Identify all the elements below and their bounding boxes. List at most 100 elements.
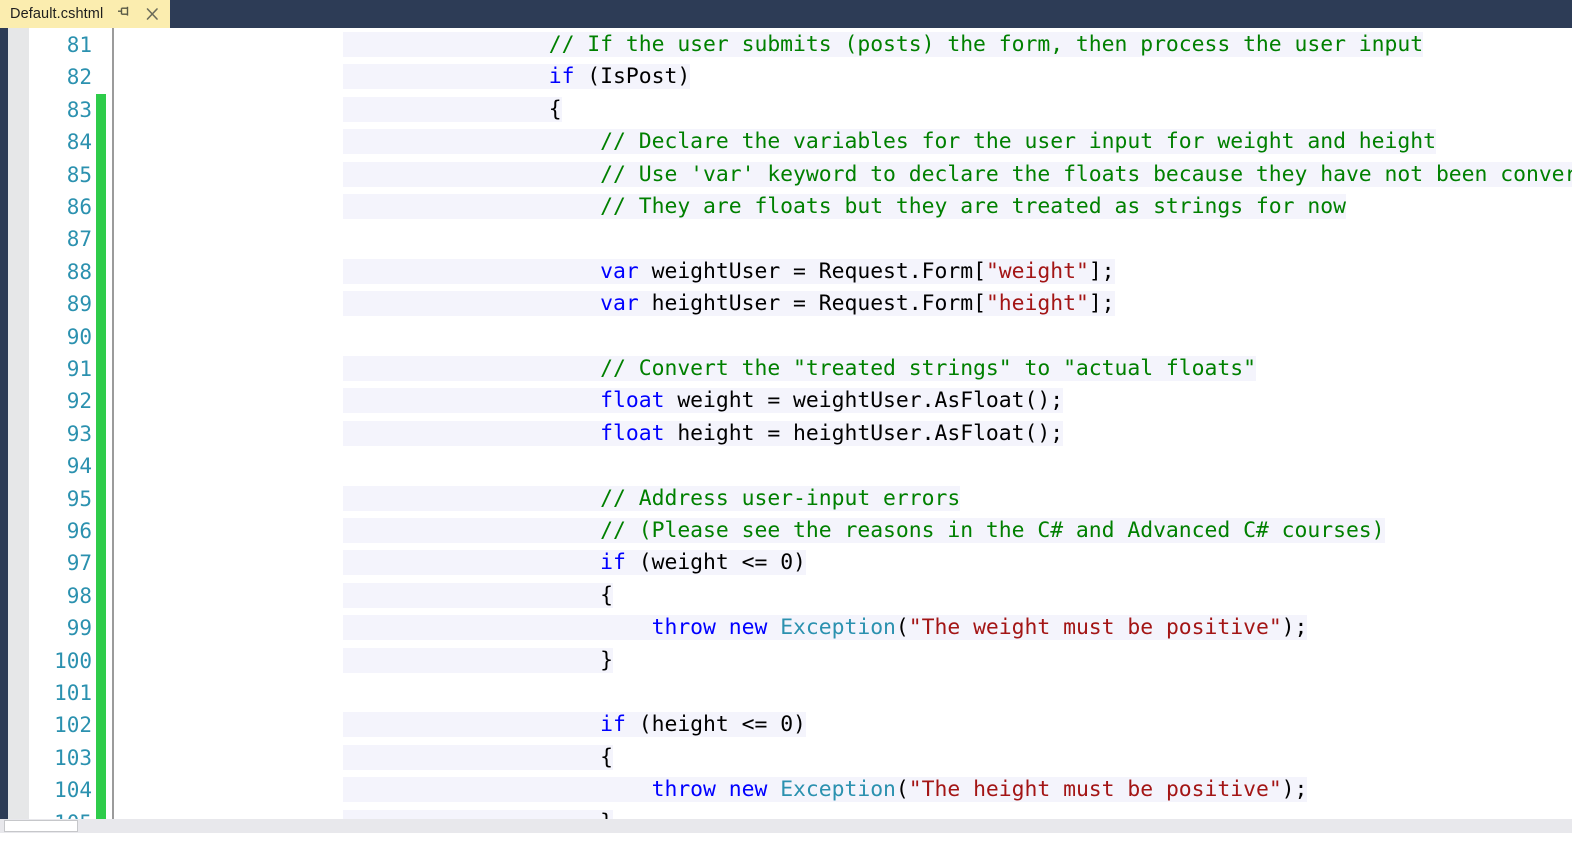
code-surface[interactable]: // If the user submits (posts) the form,… bbox=[114, 28, 1572, 833]
code-line[interactable] bbox=[114, 223, 1572, 255]
token-keyword: throw new bbox=[343, 615, 768, 641]
code-line[interactable]: float height = heightUser.AsFloat(); bbox=[114, 418, 1572, 450]
token-text: { bbox=[343, 744, 614, 770]
line-number: 85 bbox=[66, 162, 92, 187]
line-number: 94 bbox=[66, 454, 92, 479]
close-icon[interactable] bbox=[145, 6, 160, 22]
line-number: 103 bbox=[54, 745, 92, 770]
code-line[interactable]: // They are floats but they are treated … bbox=[114, 191, 1572, 223]
code-line-text[interactable]: // If the user submits (posts) the form,… bbox=[343, 29, 1423, 61]
code-line-text[interactable]: // Convert the "treated strings" to "act… bbox=[343, 353, 1256, 385]
horizontal-scrollbar[interactable] bbox=[0, 819, 1572, 833]
code-line-text[interactable]: // Declare the variables for the user in… bbox=[343, 126, 1436, 158]
code-line-highlight: if (height <= 0) bbox=[343, 712, 806, 738]
code-line-text[interactable]: // (Please see the reasons in the C# and… bbox=[343, 515, 1385, 547]
line-number: 104 bbox=[54, 778, 92, 803]
token-text: ); bbox=[1281, 615, 1308, 641]
tab-default-cshtml[interactable]: Default.cshtml bbox=[0, 0, 171, 28]
code-line[interactable]: { bbox=[114, 94, 1572, 126]
line-number: 83 bbox=[66, 97, 92, 122]
code-line[interactable] bbox=[114, 321, 1572, 353]
code-line-text[interactable]: float height = heightUser.AsFloat(); bbox=[343, 418, 1063, 450]
line-number: 82 bbox=[66, 65, 92, 90]
token-comment: // If the user submits (posts) the form,… bbox=[343, 32, 1424, 57]
code-line[interactable] bbox=[114, 450, 1572, 482]
tab-label: Default.cshtml bbox=[10, 6, 104, 22]
code-line-text[interactable]: throw new Exception("The weight must be … bbox=[343, 612, 1307, 644]
code-editor[interactable]: // If the user submits (posts) the form,… bbox=[0, 28, 1572, 833]
code-line-text[interactable]: { bbox=[343, 742, 613, 774]
code-line-highlight: // They are floats but they are treated … bbox=[343, 194, 1346, 219]
code-line-text[interactable]: // Use 'var' keyword to declare the floa… bbox=[343, 159, 1572, 191]
pin-icon[interactable] bbox=[117, 5, 133, 23]
code-line[interactable]: // Address user-input errors bbox=[114, 483, 1572, 515]
code-line[interactable]: var weightUser = Request.Form["weight"]; bbox=[114, 256, 1572, 288]
code-line[interactable]: } bbox=[114, 645, 1572, 677]
code-line[interactable]: // If the user submits (posts) the form,… bbox=[114, 29, 1572, 61]
token-text: { bbox=[343, 582, 614, 608]
code-line-text[interactable]: if (weight <= 0) bbox=[343, 547, 806, 579]
line-number: 93 bbox=[66, 421, 92, 446]
code-line[interactable]: throw new Exception("The weight must be … bbox=[114, 612, 1572, 644]
code-line-highlight: // Use 'var' keyword to declare the floa… bbox=[343, 161, 1572, 187]
token-text: ]; bbox=[1088, 258, 1115, 284]
token-text: { bbox=[343, 96, 562, 122]
token-text: weightUser = Request.Form[ bbox=[638, 258, 986, 284]
code-line-text[interactable]: if (IsPost) bbox=[343, 61, 690, 93]
code-line[interactable]: float weight = weightUser.AsFloat(); bbox=[114, 385, 1572, 417]
code-line-highlight: // If the user submits (posts) the form,… bbox=[343, 32, 1423, 57]
token-text: ); bbox=[1281, 777, 1308, 803]
code-line-text[interactable]: } bbox=[343, 645, 613, 677]
line-number: 81 bbox=[66, 33, 92, 57]
code-line[interactable]: if (height <= 0) bbox=[114, 709, 1572, 741]
code-line[interactable]: // Convert the "treated strings" to "act… bbox=[114, 353, 1572, 385]
token-type: Exception bbox=[780, 615, 896, 641]
code-line-text[interactable]: if (height <= 0) bbox=[343, 709, 806, 741]
line-number: 98 bbox=[66, 583, 92, 608]
code-line-highlight: var weightUser = Request.Form["weight"]; bbox=[343, 258, 1115, 284]
code-line[interactable]: { bbox=[114, 580, 1572, 612]
line-number: 100 bbox=[54, 648, 92, 673]
token-text: } bbox=[343, 647, 614, 673]
code-line[interactable]: var heightUser = Request.Form["height"]; bbox=[114, 288, 1572, 320]
code-line-highlight: { bbox=[343, 96, 562, 122]
line-number: 86 bbox=[66, 195, 92, 219]
token-keyword: if bbox=[343, 550, 626, 576]
code-line-text[interactable]: // Address user-input errors bbox=[343, 483, 960, 515]
token-comment: // (Please see the reasons in the C# and… bbox=[343, 518, 1385, 543]
code-line-text[interactable]: var heightUser = Request.Form["height"]; bbox=[343, 288, 1115, 320]
token-text: heightUser = Request.Form[ bbox=[638, 291, 986, 317]
line-number: 97 bbox=[66, 551, 92, 576]
code-line[interactable]: // (Please see the reasons in the C# and… bbox=[114, 515, 1572, 547]
code-line-text[interactable]: { bbox=[343, 580, 613, 612]
code-line-text[interactable]: throw new Exception("The height must be … bbox=[343, 774, 1307, 806]
code-line-highlight: { bbox=[343, 744, 614, 770]
code-line-text[interactable]: float weight = weightUser.AsFloat(); bbox=[343, 385, 1063, 417]
code-line[interactable] bbox=[114, 677, 1572, 709]
token-type: Exception bbox=[780, 777, 896, 803]
token-text: height = heightUser.AsFloat(); bbox=[664, 420, 1064, 446]
line-number: 99 bbox=[66, 616, 92, 641]
code-line[interactable]: { bbox=[114, 742, 1572, 774]
token-text: weight = weightUser.AsFloat(); bbox=[664, 388, 1064, 414]
code-line-highlight: float height = heightUser.AsFloat(); bbox=[343, 420, 1064, 446]
line-number: 87 bbox=[66, 227, 92, 252]
editor-window: Default.cshtml // If the user submits (p… bbox=[0, 0, 1572, 847]
token-keyword: if bbox=[343, 64, 575, 90]
token-comment: // Use 'var' keyword to declare the floa… bbox=[343, 161, 1572, 187]
code-line-text[interactable]: { bbox=[343, 94, 562, 126]
code-line-text[interactable]: var weightUser = Request.Form["weight"]; bbox=[343, 256, 1115, 288]
code-line[interactable]: if (weight <= 0) bbox=[114, 547, 1572, 579]
token-keyword: var bbox=[343, 258, 639, 284]
tab-strip: Default.cshtml bbox=[0, 0, 1572, 28]
token-string: "height" bbox=[985, 291, 1089, 317]
code-line[interactable]: if (IsPost) bbox=[114, 61, 1572, 93]
code-line[interactable]: throw new Exception("The height must be … bbox=[114, 774, 1572, 806]
line-number: 84 bbox=[66, 130, 92, 155]
code-line[interactable]: // Declare the variables for the user in… bbox=[114, 126, 1572, 158]
code-line[interactable]: // Use 'var' keyword to declare the floa… bbox=[114, 159, 1572, 191]
code-line-text[interactable]: // They are floats but they are treated … bbox=[343, 191, 1346, 223]
code-line-highlight: } bbox=[343, 647, 614, 673]
horizontal-scrollbar-thumb[interactable] bbox=[4, 820, 78, 832]
